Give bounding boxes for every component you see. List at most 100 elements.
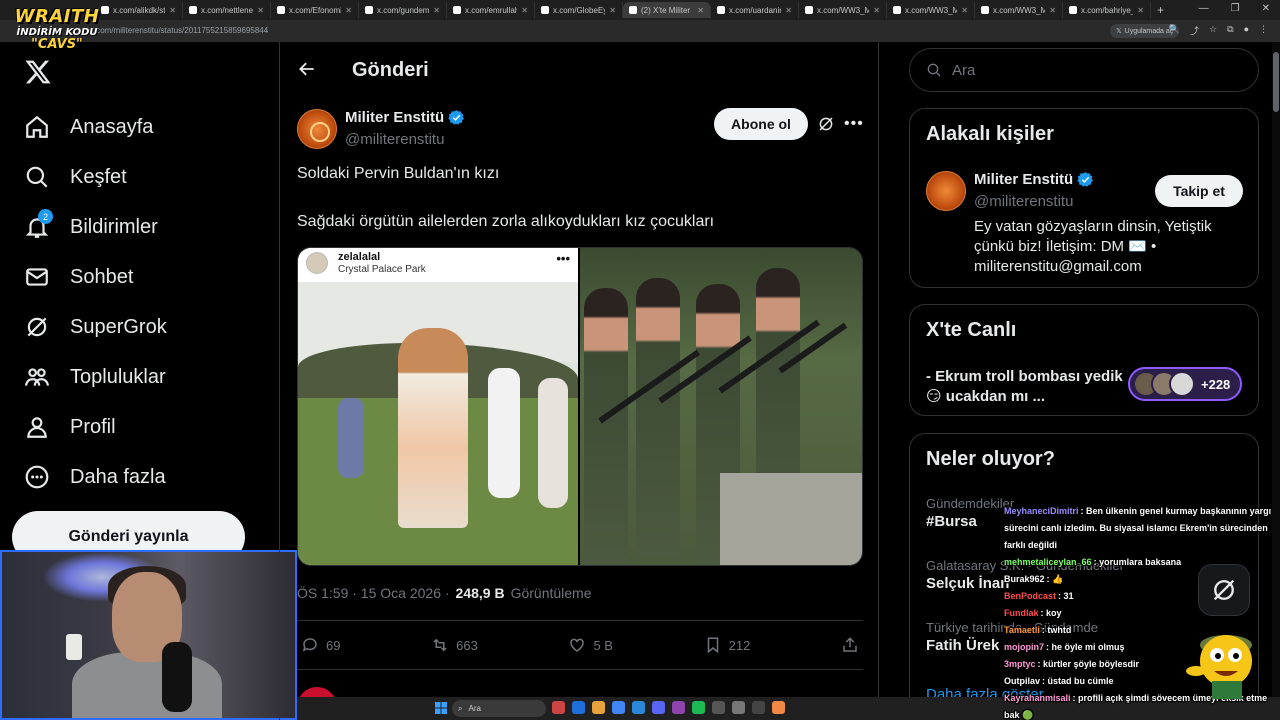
menu-icon[interactable]: ⋮ bbox=[1259, 24, 1268, 37]
repost-button[interactable]: 663 bbox=[431, 636, 478, 654]
discord-icon[interactable] bbox=[652, 701, 665, 714]
tab-close-icon[interactable]: ✕ bbox=[961, 6, 968, 15]
post-media[interactable]: zelalalal Crystal Palace Park ••• bbox=[297, 247, 863, 566]
app-icon[interactable] bbox=[552, 701, 565, 714]
browser-tab[interactable]: x.com/emrullaherd ✕ bbox=[447, 2, 535, 18]
more-options-icon[interactable]: ••• bbox=[844, 115, 864, 133]
mug bbox=[66, 634, 82, 660]
tab-close-icon[interactable]: ✕ bbox=[609, 6, 616, 15]
app-icon[interactable] bbox=[572, 701, 585, 714]
tab-close-icon[interactable]: ✕ bbox=[521, 6, 528, 15]
follow-button[interactable]: Takip et bbox=[1155, 175, 1243, 207]
like-button[interactable]: 5 B bbox=[568, 636, 613, 654]
app-icon[interactable] bbox=[772, 701, 785, 714]
browser-tab[interactable]: x.com/nettleneedst✕ bbox=[183, 2, 271, 18]
taskbar-search[interactable]: ⌕ Ara bbox=[452, 700, 546, 717]
close-icon[interactable]: ✕ bbox=[1262, 3, 1270, 14]
browser-tab-label: x.com/gundemrapo bbox=[377, 5, 430, 15]
related-handle[interactable]: @militerenstitu bbox=[974, 193, 1073, 210]
spotify-icon[interactable] bbox=[692, 701, 705, 714]
browser-tab[interactable]: x.com/uardanino ✕ bbox=[711, 2, 799, 18]
extensions-icon[interactable]: ⧉ bbox=[1227, 24, 1233, 37]
post-text-line-2: Sağdaki örgütün ailelerden zorla alıkoyd… bbox=[297, 213, 715, 230]
browser-tab[interactable]: x.com/alikdk/statu✕ bbox=[95, 2, 183, 18]
image-person bbox=[398, 328, 468, 528]
tab-close-icon[interactable]: ✕ bbox=[697, 6, 704, 15]
nav-label: Keşfet bbox=[70, 165, 127, 188]
chrome-icon[interactable] bbox=[612, 701, 625, 714]
windows-start-icon[interactable] bbox=[435, 702, 447, 714]
nav-item-more[interactable]: Daha fazla bbox=[24, 452, 264, 502]
scrollbar-thumb[interactable] bbox=[1273, 52, 1279, 112]
browser-tab[interactable]: x.com/WW3_Moni ✕ bbox=[975, 2, 1063, 18]
nav-item-home[interactable]: Anasayfa bbox=[24, 102, 264, 152]
app-icon[interactable] bbox=[672, 701, 685, 714]
author-name[interactable]: Militer Enstitü bbox=[345, 109, 465, 126]
browser-tab[interactable]: x.com/WW3_Moni ✕ bbox=[887, 2, 975, 18]
share-icon[interactable]: ⤴ bbox=[1190, 24, 1199, 37]
url-text[interactable]: x.com/militerenstitu/status/201175521585… bbox=[90, 26, 268, 35]
bookmark-button[interactable]: 212 bbox=[704, 636, 750, 654]
author-avatar[interactable] bbox=[297, 109, 337, 149]
post-timestamp[interactable]: ÖS 1:59 · 15 Oca 2026 · bbox=[297, 585, 450, 601]
app-icon[interactable] bbox=[632, 701, 645, 714]
image-person bbox=[636, 278, 680, 558]
grok-icon[interactable] bbox=[817, 115, 835, 133]
nav-item-explore[interactable]: Keşfet bbox=[24, 152, 264, 202]
browser-tab[interactable]: x.com/WW3_Moni ✕ bbox=[799, 2, 887, 18]
chat-username: Tamaetli bbox=[1004, 625, 1040, 635]
browser-tab[interactable]: x.com/gundemrapo✕ bbox=[359, 2, 447, 18]
star-icon[interactable]: ☆ bbox=[1209, 24, 1217, 37]
media-image-right[interactable] bbox=[580, 248, 862, 565]
related-name[interactable]: Militer Enstitü bbox=[974, 171, 1094, 188]
embedded-username: zelalalal bbox=[338, 251, 381, 263]
user-icon bbox=[27, 417, 47, 438]
live-listeners-pill[interactable]: +228 bbox=[1128, 367, 1242, 401]
restore-icon[interactable]: ❐ bbox=[1231, 3, 1240, 14]
live-on-x-card: X'te Canlı - Ekrum troll bombası yedik 😏… bbox=[909, 304, 1259, 416]
tab-close-icon[interactable]: ✕ bbox=[785, 6, 792, 15]
app-icon[interactable] bbox=[712, 701, 725, 714]
profile-icon[interactable]: ● bbox=[1244, 24, 1249, 37]
nav-label: Topluluklar bbox=[70, 365, 166, 388]
like-count: 5 B bbox=[593, 637, 613, 653]
live-space-title[interactable]: - Ekrum troll bombası yedik 😏 ucakdan mı… bbox=[926, 367, 1126, 407]
share-button[interactable] bbox=[841, 636, 859, 654]
tab-close-icon[interactable]: ✕ bbox=[169, 6, 176, 15]
zoom-icon[interactable]: 🔍 bbox=[1169, 24, 1180, 37]
chat-username: Burak962 bbox=[1004, 574, 1045, 584]
browser-tab[interactable]: x.com/GlobeEye ✕ bbox=[535, 2, 623, 18]
tab-close-icon[interactable]: ✕ bbox=[433, 6, 440, 15]
tab-close-icon[interactable]: ✕ bbox=[873, 6, 880, 15]
tab-close-icon[interactable]: ✕ bbox=[345, 6, 352, 15]
reply-button[interactable]: 69 bbox=[301, 636, 340, 654]
nav-item-profile[interactable]: Profil bbox=[24, 402, 264, 452]
trend-item[interactable]: Gündemdekiler #Bursa bbox=[926, 496, 1014, 530]
browser-tab[interactable]: (2) X'te Militer Ensti ✕ bbox=[623, 2, 711, 18]
whats-happening-title: Neler oluyor? bbox=[926, 448, 1055, 470]
related-avatar[interactable] bbox=[926, 171, 966, 211]
minimize-icon[interactable]: — bbox=[1199, 3, 1209, 14]
primary-nav: Anasayfa Keşfet 2 Bildirimler Sohbet Sup… bbox=[24, 102, 264, 502]
folder-icon[interactable] bbox=[592, 701, 605, 714]
media-image-left[interactable]: zelalalal Crystal Palace Park ••• bbox=[298, 248, 578, 565]
app-icon[interactable] bbox=[752, 701, 765, 714]
back-arrow-icon[interactable] bbox=[297, 59, 317, 79]
new-tab-icon[interactable]: + bbox=[1157, 3, 1164, 17]
x-logo-icon: 𝕏 bbox=[1116, 28, 1122, 35]
post-actions: 69 663 5 B 212 bbox=[297, 620, 863, 670]
nav-item-communities[interactable]: Topluluklar bbox=[24, 352, 264, 402]
tab-close-icon[interactable]: ✕ bbox=[1137, 6, 1144, 15]
tab-close-icon[interactable]: ✕ bbox=[1049, 6, 1056, 15]
x-logo-icon[interactable] bbox=[24, 58, 52, 86]
app-icon[interactable] bbox=[732, 701, 745, 714]
nav-item-notifications[interactable]: 2 Bildirimler bbox=[24, 202, 264, 252]
tab-close-icon[interactable]: ✕ bbox=[257, 6, 264, 15]
nav-item-supergrok[interactable]: SuperGrok bbox=[24, 302, 264, 352]
subscribe-button[interactable]: Abone ol bbox=[714, 108, 808, 140]
nav-item-messages[interactable]: Sohbet bbox=[24, 252, 264, 302]
author-handle[interactable]: @militerenstitu bbox=[345, 131, 444, 148]
browser-tab[interactable]: x.com/bahriye_uco ✕ bbox=[1063, 2, 1151, 18]
browser-tab[interactable]: x.com/Efonomizme ✕ bbox=[271, 2, 359, 18]
search-box[interactable]: Ara bbox=[909, 48, 1259, 92]
